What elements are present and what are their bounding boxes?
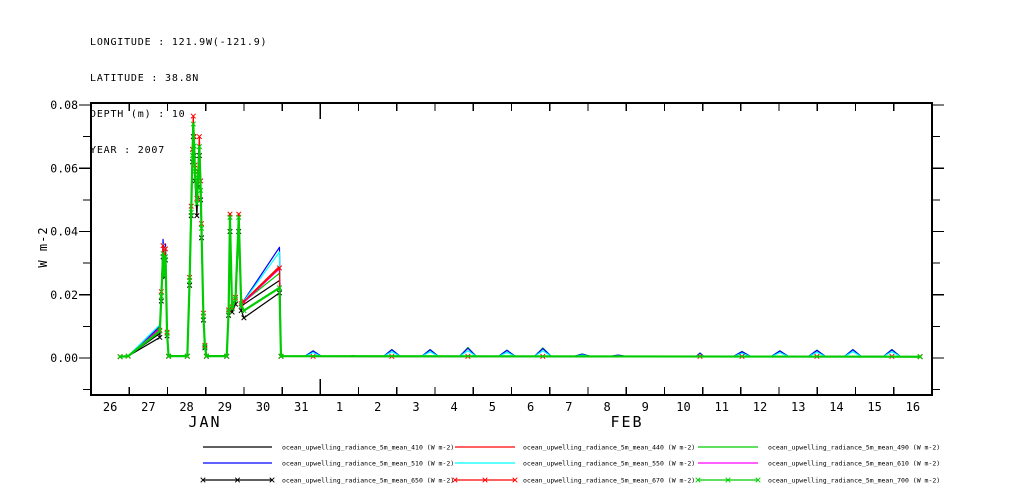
- x-day-label: 9: [642, 400, 649, 414]
- x-day-label: 4: [451, 400, 458, 414]
- x-day-label: 29: [218, 400, 232, 414]
- legend-label-490: ocean_upwelling_radiance_5m_mean_490 (W …: [768, 444, 940, 452]
- plot-page: LONGITUDE : 121.9W(-121.9) LATITUDE : 38…: [0, 0, 1009, 504]
- x-day-label: 31: [294, 400, 308, 414]
- y-tick-label: 0.06: [50, 161, 78, 175]
- x-day-label: 14: [829, 400, 843, 414]
- x-day-label: 3: [412, 400, 419, 414]
- series-line-700: [120, 124, 920, 357]
- x-day-label: 10: [676, 400, 690, 414]
- legend-label-700: ocean_upwelling_radiance_5m_mean_700 (W …: [768, 477, 940, 485]
- x-day-label: 8: [603, 400, 610, 414]
- x-day-label: 1: [336, 400, 343, 414]
- x-day-label: 30: [256, 400, 270, 414]
- x-day-label: 26: [103, 400, 117, 414]
- x-day-label: 7: [565, 400, 572, 414]
- legend-label-610: ocean_upwelling_radiance_5m_mean_610 (W …: [768, 460, 940, 468]
- legend-label-510: ocean_upwelling_radiance_5m_mean_510 (W …: [282, 460, 454, 468]
- y-tick-label: 0.02: [50, 288, 78, 302]
- x-day-label: 27: [141, 400, 155, 414]
- y-tick-label: 0.08: [50, 98, 78, 112]
- x-day-label: 5: [489, 400, 496, 414]
- y-tick-label: 0.00: [50, 351, 78, 365]
- x-day-label: 16: [906, 400, 920, 414]
- legend-label-440: ocean_upwelling_radiance_5m_mean_440 (W …: [523, 444, 695, 452]
- legend-label-670: ocean_upwelling_radiance_5m_mean_670 (W …: [523, 477, 695, 485]
- x-day-label: 12: [753, 400, 767, 414]
- x-day-label: 2: [374, 400, 381, 414]
- axis-frame: [91, 103, 932, 395]
- x-day-label: 6: [527, 400, 534, 414]
- legend-label-550: ocean_upwelling_radiance_5m_mean_550 (W …: [523, 460, 695, 468]
- x-day-label: 13: [791, 400, 805, 414]
- x-day-label: 28: [179, 400, 193, 414]
- legend-label-650: ocean_upwelling_radiance_5m_mean_650 (W …: [282, 477, 454, 485]
- chart-canvas: 0.000.020.040.060.0826272829303112345678…: [0, 0, 1009, 504]
- legend-label-410: ocean_upwelling_radiance_5m_mean_410 (W …: [282, 444, 454, 452]
- y-tick-label: 0.04: [50, 225, 78, 239]
- x-day-label: 11: [715, 400, 729, 414]
- x-day-label: 15: [867, 400, 881, 414]
